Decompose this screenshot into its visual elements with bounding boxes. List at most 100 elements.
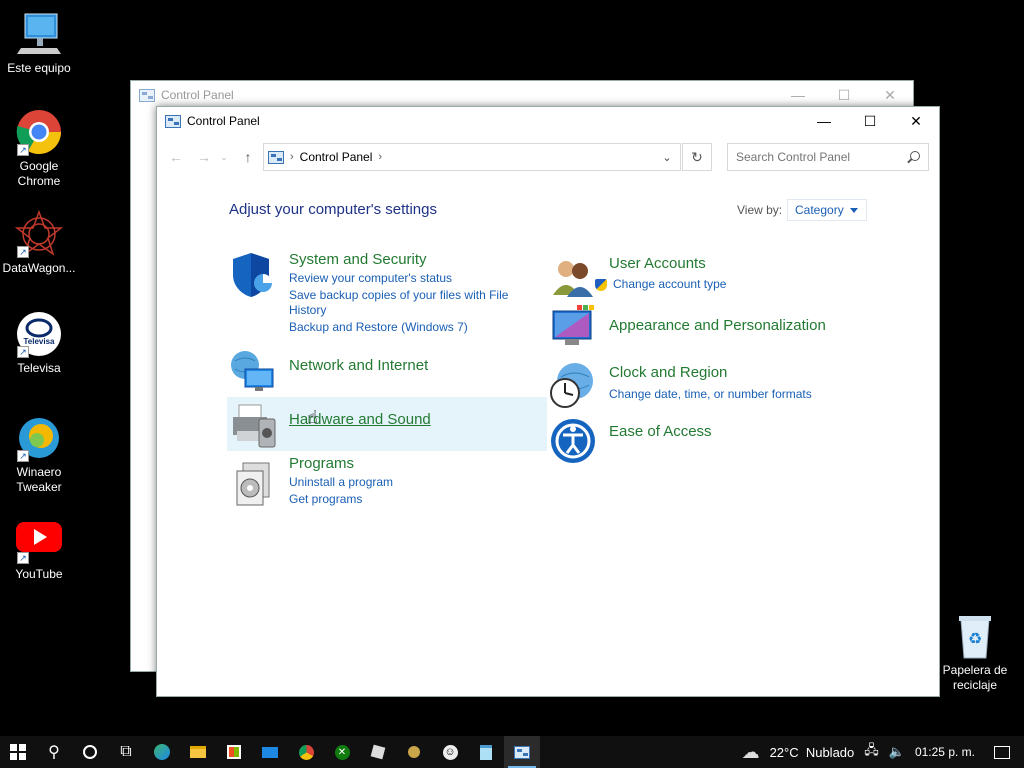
address-bar[interactable]: › Control Panel › ⌄	[263, 143, 681, 171]
notifications-icon[interactable]	[994, 745, 1010, 759]
up-arrow-icon[interactable]: ↑	[237, 143, 259, 171]
control-panel-taskbar-button[interactable]	[504, 736, 540, 768]
category-title[interactable]: Appearance and Personalization	[609, 317, 826, 334]
clock-globe-icon[interactable]	[549, 361, 597, 409]
back-arrow-icon[interactable]: ←	[165, 143, 187, 171]
chrome-icon[interactable]	[288, 736, 324, 768]
cloud-icon[interactable]: ☁	[742, 742, 760, 763]
desktop-icon-datawagon[interactable]: ↗ DataWagon...	[0, 209, 78, 276]
category-programs: Programs Uninstall a program Get program…	[227, 455, 547, 515]
view-by-dropdown[interactable]: Category	[787, 199, 867, 221]
roblox-icon[interactable]	[360, 736, 396, 768]
link-backup-restore[interactable]: Backup and Restore (Windows 7)	[289, 320, 539, 335]
xbox-icon[interactable]: ✕	[324, 736, 360, 768]
desktop-icon-este-equipo[interactable]: Este equipo	[0, 10, 78, 76]
link-label: Change account type	[613, 277, 727, 291]
maximize-button[interactable]: ☐	[847, 107, 893, 135]
forward-arrow-icon[interactable]: →	[193, 143, 215, 171]
minimize-button[interactable]: —	[801, 107, 847, 135]
close-button[interactable]: ✕	[867, 81, 913, 109]
link-uninstall-program[interactable]: Uninstall a program	[289, 475, 539, 490]
appearance-icon[interactable]	[549, 305, 597, 353]
shortcut-arrow-icon: ↗	[17, 450, 29, 462]
link-get-programs[interactable]: Get programs	[289, 492, 539, 507]
cortana-icon[interactable]	[72, 736, 108, 768]
search-box[interactable]	[727, 143, 929, 171]
breadcrumb-separator: ›	[290, 151, 294, 163]
shield-icon[interactable]	[229, 251, 277, 299]
shortcut-arrow-icon: ↗	[17, 144, 29, 156]
control-panel-icon	[514, 745, 530, 759]
category-network-and-internet: Network and Internet	[227, 347, 547, 395]
weather-text[interactable]: 22°C Nublado	[770, 745, 855, 760]
desktop-icon-label: Papelera de reciclaje	[942, 663, 1008, 692]
category-title[interactable]: Programs	[289, 455, 354, 472]
window-title: Control Panel	[161, 88, 234, 102]
dropdown-arrow-icon	[849, 207, 858, 213]
category-appearance-and-personalization: Appearance and Personalization	[547, 305, 867, 353]
desktop-icon-youtube[interactable]: ↗ YouTube	[0, 516, 78, 582]
category-hardware-and-sound[interactable]: Hardware and Sound	[227, 397, 547, 451]
printer-icon[interactable]	[229, 401, 277, 449]
notepad-icon[interactable]	[468, 736, 504, 768]
link-change-date-formats[interactable]: Change date, time, or number formats	[609, 387, 859, 402]
page-title: Adjust your computer's settings	[229, 201, 437, 218]
task-view-icon[interactable]: ⧉	[108, 736, 144, 768]
desktop-icon-televisa[interactable]: Televisa ↗ Televisa	[0, 310, 78, 376]
control-panel-icon	[165, 114, 181, 128]
control-panel-icon	[268, 150, 284, 164]
desktop-icon-label: Televisa	[17, 361, 61, 375]
desktop-icon-label: Winaero Tweaker	[16, 465, 62, 494]
category-title[interactable]: User Accounts	[609, 255, 706, 272]
clock-text[interactable]: 01:25 p. m.	[915, 745, 975, 759]
refresh-button[interactable]: ↻	[682, 143, 712, 171]
shortcut-arrow-icon: ↗	[17, 346, 29, 358]
chevron-down-icon[interactable]: ⌄	[654, 144, 680, 170]
category-title[interactable]: System and Security	[289, 251, 427, 268]
title-bar: Control Panel — ☐ ✕	[157, 107, 939, 135]
search-icon[interactable]: ⚲	[36, 736, 72, 768]
control-panel-window[interactable]: Control Panel — ☐ ✕ ← → ⌄ ↑ › Control Pa…	[156, 106, 940, 697]
search-input[interactable]	[728, 150, 898, 164]
mail-icon[interactable]	[252, 736, 288, 768]
title-bar: Control Panel — ☐ ✕	[131, 81, 913, 109]
emoji-app-icon[interactable]: ☺	[432, 736, 468, 768]
category-system-and-security: System and Security Review your computer…	[227, 251, 547, 341]
category-title[interactable]: Clock and Region	[609, 364, 727, 381]
category-title[interactable]: Ease of Access	[609, 423, 712, 440]
volume-icon[interactable]: 🔈	[889, 744, 905, 760]
desktop-icon-google-chrome[interactable]: ↗ Google Chrome	[0, 108, 78, 189]
edge-icon[interactable]	[144, 736, 180, 768]
programs-icon[interactable]	[229, 459, 277, 507]
breadcrumb[interactable]: Control Panel	[300, 150, 373, 164]
store-icon[interactable]	[216, 736, 252, 768]
app-orb-icon[interactable]	[396, 736, 432, 768]
file-explorer-icon[interactable]	[180, 736, 216, 768]
breadcrumb-separator[interactable]: ›	[378, 151, 382, 163]
link-change-account-type[interactable]: Change account type	[595, 277, 845, 292]
recent-locations-chevron-icon[interactable]: ⌄	[217, 143, 231, 171]
users-icon[interactable]	[549, 255, 597, 303]
desktop-icon-winaero-tweaker[interactable]: ↗ Winaero Tweaker	[0, 414, 78, 495]
link-review-status[interactable]: Review your computer's status	[289, 271, 539, 286]
control-panel-icon	[139, 88, 155, 102]
search-icon[interactable]	[910, 151, 920, 161]
taskbar: ⚲ ⧉ ✕ ☺ ☁ 22°C Nublado 🖧 🔈 01:25 p. m.	[0, 736, 1024, 768]
maximize-button[interactable]: ☐	[821, 81, 867, 109]
start-button[interactable]	[0, 736, 36, 768]
view-by-value: Category	[795, 203, 844, 217]
category-title[interactable]: Network and Internet	[289, 357, 428, 374]
desktop-icon-recycle-bin[interactable]: ♻ Papelera de reciclaje	[936, 612, 1014, 693]
youtube-icon: ↗	[15, 516, 63, 564]
ease-of-access-icon[interactable]	[549, 417, 597, 465]
category-links: Change date, time, or number formats	[609, 387, 859, 404]
minimize-button[interactable]: —	[775, 81, 821, 109]
system-tray: ☁ 22°C Nublado 🖧 🔈 01:25 p. m.	[737, 736, 1024, 768]
network-globe-icon[interactable]	[229, 347, 277, 395]
shortcut-arrow-icon: ↗	[17, 552, 29, 564]
close-button[interactable]: ✕	[893, 107, 939, 135]
link-file-history[interactable]: Save backup copies of your files with Fi…	[289, 288, 539, 318]
network-icon[interactable]: 🖧	[864, 741, 879, 763]
chrome-icon: ↗	[15, 108, 63, 156]
category-clock-and-region: Clock and Region Change date, time, or n…	[547, 361, 867, 411]
